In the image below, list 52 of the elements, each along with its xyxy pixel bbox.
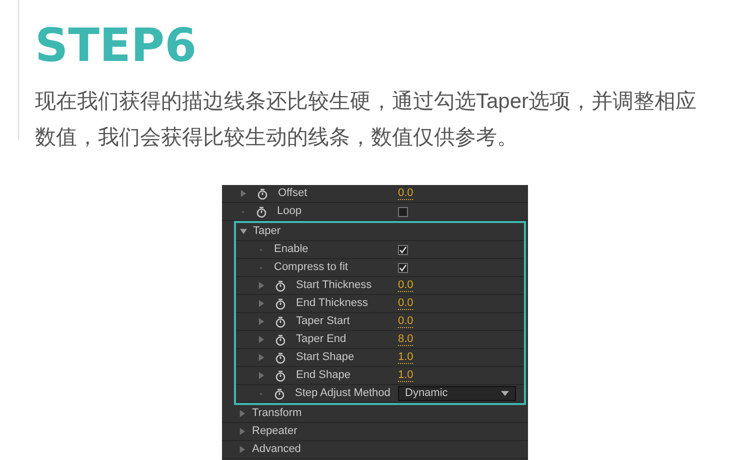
checkbox[interactable]: [398, 206, 408, 216]
stopwatch-icon[interactable]: [257, 188, 268, 200]
property-value[interactable]: 0.0: [398, 297, 414, 310]
stopwatch-icon[interactable]: [275, 334, 286, 346]
group-label[interactable]: Advanced: [252, 441, 301, 458]
expand-arrow-icon[interactable]: [239, 428, 246, 435]
expand-arrow-icon[interactable]: [258, 300, 265, 307]
stopwatch-icon[interactable]: [275, 298, 286, 310]
expand-arrow-icon[interactable]: [258, 372, 265, 379]
stopwatch-icon[interactable]: [256, 206, 267, 218]
group-label[interactable]: Transform: [252, 405, 302, 422]
property-label: Loop: [277, 204, 302, 220]
caret-icon: [501, 390, 509, 396]
property-label: Enable: [274, 242, 308, 258]
property-label: Compress to fit: [274, 260, 348, 276]
property-value[interactable]: 8.0: [398, 333, 414, 346]
expand-arrow-icon[interactable]: [239, 446, 246, 453]
property-value[interactable]: 0.0: [398, 187, 414, 200]
property-label: Start Thickness: [296, 278, 372, 294]
stopwatch-icon[interactable]: [275, 352, 286, 364]
stopwatch-icon[interactable]: [275, 316, 286, 328]
expand-arrow-icon[interactable]: [240, 190, 247, 197]
checkbox[interactable]: [398, 244, 408, 254]
stopwatch-icon[interactable]: [275, 280, 286, 292]
group-label[interactable]: Taper: [253, 223, 281, 240]
checkmark-icon: [399, 264, 407, 272]
expand-arrow-icon[interactable]: [239, 410, 246, 417]
property-value[interactable]: 1.0: [398, 369, 414, 382]
step-description: 现在我们获得的描边线条还比较生硬，通过勾选Taper选项，并调整相应数值，我们会获得比较生动的线条，数值仅供参考。: [35, 89, 698, 151]
property-value[interactable]: 0.0: [398, 315, 414, 328]
property-label: End Thickness: [296, 296, 368, 312]
property-value[interactable]: 1.0: [398, 351, 414, 364]
property-label: Step Adjust Method: [295, 386, 390, 402]
expand-arrow-icon[interactable]: [258, 318, 265, 325]
expand-arrow-icon[interactable]: [258, 354, 265, 361]
group-label[interactable]: Repeater: [252, 423, 298, 440]
property-label: Taper Start: [296, 314, 350, 330]
checkmark-icon: [399, 246, 407, 254]
property-label: Start Shape: [296, 350, 354, 366]
expand-arrow-icon[interactable]: [258, 336, 265, 343]
dropdown-value: Dynamic: [405, 386, 448, 402]
method-dropdown[interactable]: Dynamic: [398, 386, 516, 401]
collapse-arrow-icon[interactable]: [240, 228, 247, 235]
property-label: Offset: [278, 186, 308, 202]
property-label: End Shape: [296, 368, 350, 384]
step-heading: STEP6: [35, 20, 198, 70]
property-label: Taper End: [296, 332, 346, 348]
expand-arrow-icon[interactable]: [258, 282, 265, 289]
stopwatch-icon[interactable]: [274, 388, 285, 400]
property-value[interactable]: 0.0: [398, 279, 414, 292]
checkbox[interactable]: [398, 262, 408, 272]
stopwatch-icon[interactable]: [275, 370, 286, 382]
